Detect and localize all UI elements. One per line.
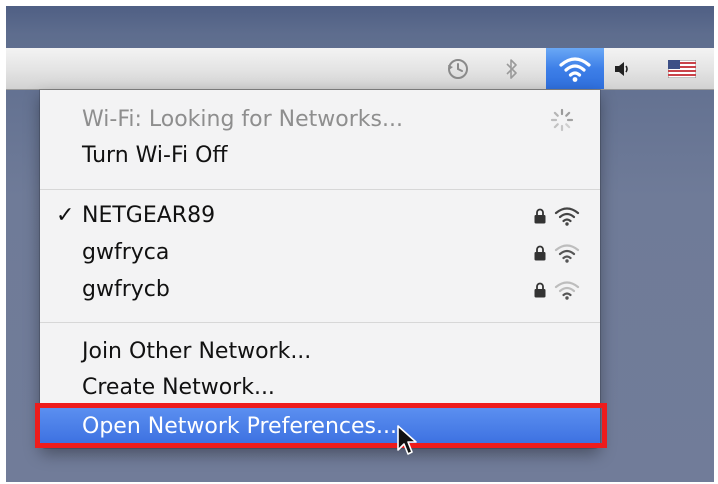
create-network-item[interactable]: Create Network... (40, 370, 600, 406)
bluetooth-icon[interactable] (494, 48, 530, 89)
menu-bar (6, 48, 714, 90)
network-name: NETGEAR89 (82, 203, 216, 228)
open-network-preferences-item[interactable]: Open Network Preferences... (40, 408, 600, 446)
wifi-status-label: Wi-Fi: Looking for Networks... (82, 107, 403, 132)
lock-icon (534, 282, 546, 298)
join-other-network-label: Join Other Network... (82, 339, 312, 364)
input-source-flag-icon[interactable] (662, 48, 702, 89)
open-network-preferences-label: Open Network Preferences... (82, 414, 397, 439)
screenshot-stage: Wi-Fi: Looking for Networks... Turn Wi-F… (0, 0, 718, 484)
mouse-cursor-icon (397, 425, 417, 455)
time-machine-icon[interactable] (436, 48, 480, 89)
volume-icon[interactable] (606, 48, 638, 89)
menu-separator (40, 189, 600, 190)
wifi-signal-icon (554, 244, 580, 263)
menu-separator (40, 322, 600, 323)
join-other-network-item[interactable]: Join Other Network... (40, 334, 600, 370)
turn-wifi-off-item[interactable]: Turn Wi-Fi Off (40, 138, 600, 174)
wifi-status-item: Wi-Fi: Looking for Networks... (40, 102, 600, 138)
network-item-netgear89[interactable]: ✓ NETGEAR89 (40, 198, 600, 234)
lock-icon (534, 208, 546, 224)
network-item-gwfryca[interactable]: gwfryca (40, 235, 600, 271)
create-network-label: Create Network... (82, 375, 275, 400)
network-name: gwfrycb (82, 277, 170, 302)
loading-spinner-icon (550, 108, 574, 132)
connected-check-icon: ✓ (56, 203, 75, 228)
wifi-signal-icon (554, 207, 580, 226)
wifi-signal-icon (554, 281, 580, 300)
wifi-icon[interactable] (546, 48, 604, 89)
wifi-dropdown-menu: Wi-Fi: Looking for Networks... Turn Wi-F… (40, 90, 600, 448)
network-name: gwfryca (82, 240, 170, 265)
lock-icon (534, 245, 546, 261)
network-item-gwfrycb[interactable]: gwfrycb (40, 272, 600, 308)
turn-wifi-off-label: Turn Wi-Fi Off (82, 143, 228, 168)
